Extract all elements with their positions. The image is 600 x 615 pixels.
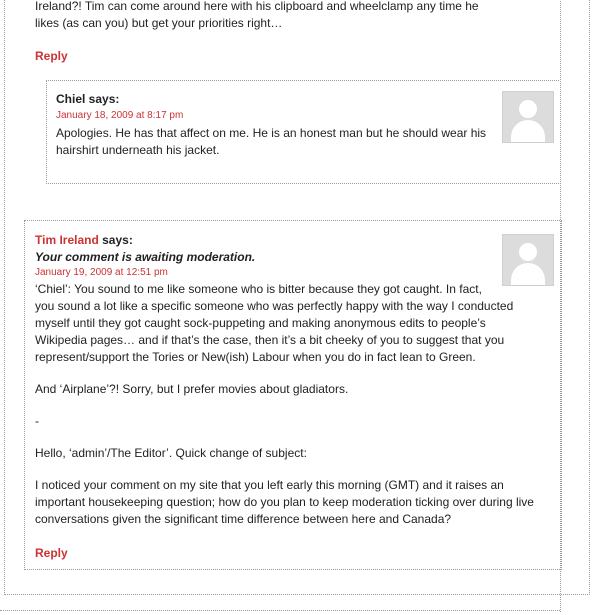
- comment-text-line: I noticed your comment on my site that y…: [35, 478, 504, 492]
- says-label: says:: [85, 92, 120, 106]
- comment-paragraph: And ‘Airplane’?! Sorry, but I prefer mov…: [35, 381, 555, 398]
- comment-paragraph: I noticed your comment on my site that y…: [35, 477, 555, 528]
- comment-date[interactable]: January 19, 2009 at 12:51 pm: [35, 266, 555, 280]
- comment-paragraph: -: [35, 413, 555, 430]
- comment-author-line: Chiel says:: [56, 91, 496, 108]
- comment-date[interactable]: January 18, 2009 at 8:17 pm: [56, 109, 496, 123]
- comment-text-line: important housekeeping question; how do …: [35, 495, 534, 509]
- comment-text-line: ‘Chiel’: You sound to me like someone wh…: [35, 282, 482, 296]
- comment-text-line: hairshirt underneath his jacket.: [56, 143, 220, 157]
- comment-paragraph: Hello, ‘admin’/The Editor’. Quick change…: [35, 445, 555, 462]
- top-comment-line: Ireland?! Tim can come around here with …: [35, 0, 479, 13]
- reply-link[interactable]: Reply: [35, 545, 68, 562]
- comment-paragraph: ‘Chiel’: You sound to me like someone wh…: [35, 281, 555, 366]
- top-comment-body: Ireland?! Tim can come around here with …: [35, 0, 515, 32]
- comment-text-line: And ‘Airplane’?! Sorry, but I prefer mov…: [35, 382, 349, 396]
- comment-text-line: Hello, ‘admin’/The Editor’. Quick change…: [35, 446, 307, 460]
- comment-text-line: conversations given the significant time…: [35, 512, 452, 526]
- comment-text-line: myself until they got caught sock-puppet…: [35, 316, 486, 330]
- comment-author: Chiel: [56, 92, 86, 106]
- reply-link[interactable]: Reply: [35, 48, 68, 65]
- comment-text-line: Apologies. He has that affect on me. He …: [56, 126, 487, 140]
- comment-text-line: represent/support the Tories or New(ish)…: [35, 350, 476, 364]
- comment-text-line: Wikipedia pages… and if that’s the case,…: [35, 333, 505, 347]
- avatar-icon: [502, 234, 554, 286]
- moderation-notice: Your comment is awaiting moderation.: [35, 250, 256, 264]
- avatar-icon: [502, 91, 554, 143]
- comment-author-line: Tim Ireland says:: [35, 232, 555, 249]
- top-comment-line: likes (as can you) but get your prioriti…: [35, 16, 283, 30]
- comment-author-link[interactable]: Tim Ireland: [35, 233, 99, 247]
- bottom-divider: [0, 610, 560, 611]
- says-label: says:: [98, 233, 133, 247]
- tim-comment: Tim Ireland says: Your comment is awaiti…: [35, 232, 555, 528]
- chiel-comment: Chiel says: January 18, 2009 at 8:17 pm …: [56, 91, 496, 159]
- comment-text-line: -: [35, 414, 39, 428]
- comment-text-line: you sound a lot like a specific someone …: [35, 299, 514, 313]
